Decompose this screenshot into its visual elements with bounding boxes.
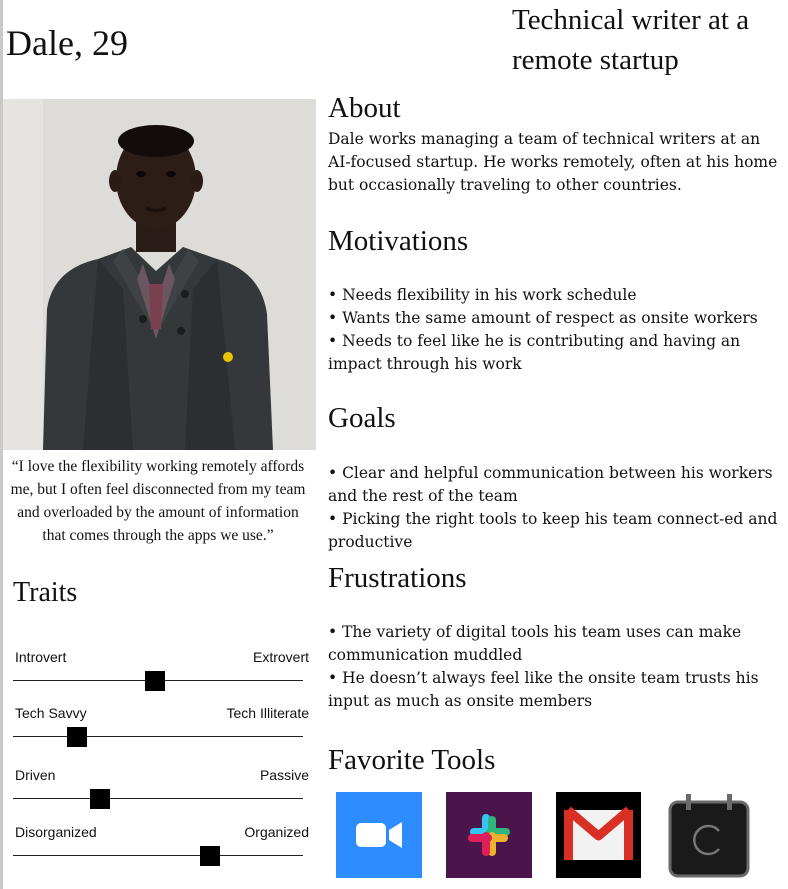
motivations-list: • Needs flexibility in his work schedule… <box>328 284 786 376</box>
frustration-item: • He doesn’t always feel like the onsite… <box>328 669 759 710</box>
goals-title: Goals <box>328 402 396 434</box>
trait-left-label: Disorganized <box>15 824 97 840</box>
persona-photo <box>3 99 316 450</box>
trait-slider: Disorganized Organized <box>13 824 309 874</box>
trait-right-label: Organized <box>244 824 309 840</box>
persona-quote: “I love the flexibility working remotely… <box>10 458 306 544</box>
favorite-tools-title: Favorite Tools <box>328 744 496 776</box>
goal-item: • Picking the right tools to keep his te… <box>328 510 778 551</box>
trait-left-label: Tech Savvy <box>15 705 87 721</box>
zoom-icon <box>336 792 422 878</box>
persona-role: Technical writer at a remote startup <box>512 4 750 76</box>
about-text: Dale works managing a team of technical … <box>328 130 778 194</box>
trait-left-label: Driven <box>15 767 56 783</box>
trait-marker <box>200 846 220 866</box>
frustrations-title: Frustrations <box>328 562 467 594</box>
trait-marker <box>90 789 110 809</box>
frustrations-list: • The variety of digital tools his team … <box>328 621 786 713</box>
calendar-icon <box>666 792 752 878</box>
traits-title: Traits <box>13 577 78 608</box>
trait-right-label: Tech Illiterate <box>226 705 309 721</box>
trait-marker <box>145 671 165 691</box>
trait-left-label: Introvert <box>15 649 67 665</box>
motivation-item: • Needs to feel like he is contributing … <box>328 332 741 373</box>
motivation-item: • Needs flexibility in his work schedule <box>328 286 637 304</box>
gmail-icon <box>556 792 641 878</box>
frustration-item: • The variety of digital tools his team … <box>328 623 742 664</box>
trait-right-label: Passive <box>259 767 309 783</box>
motivation-item: • Wants the same amount of respect as on… <box>328 309 758 327</box>
about-title: About <box>328 92 401 124</box>
trait-slider: Tech Savvy Tech Illiterate <box>13 705 309 755</box>
slack-icon <box>446 792 532 878</box>
motivations-title: Motivations <box>328 225 469 257</box>
trait-right-label: Extrovert <box>252 649 309 665</box>
trait-slider: Driven Passive <box>13 767 309 817</box>
trait-track <box>13 736 303 737</box>
goals-list: • Clear and helpful communication betwee… <box>328 462 786 554</box>
trait-marker <box>67 727 87 747</box>
goal-item: • Clear and helpful communication betwee… <box>328 464 773 505</box>
trait-track <box>13 855 303 856</box>
persona-name: Dale, 29 <box>6 23 128 63</box>
trait-slider: Introvert Extrovert <box>13 649 309 699</box>
trait-track <box>13 798 303 799</box>
